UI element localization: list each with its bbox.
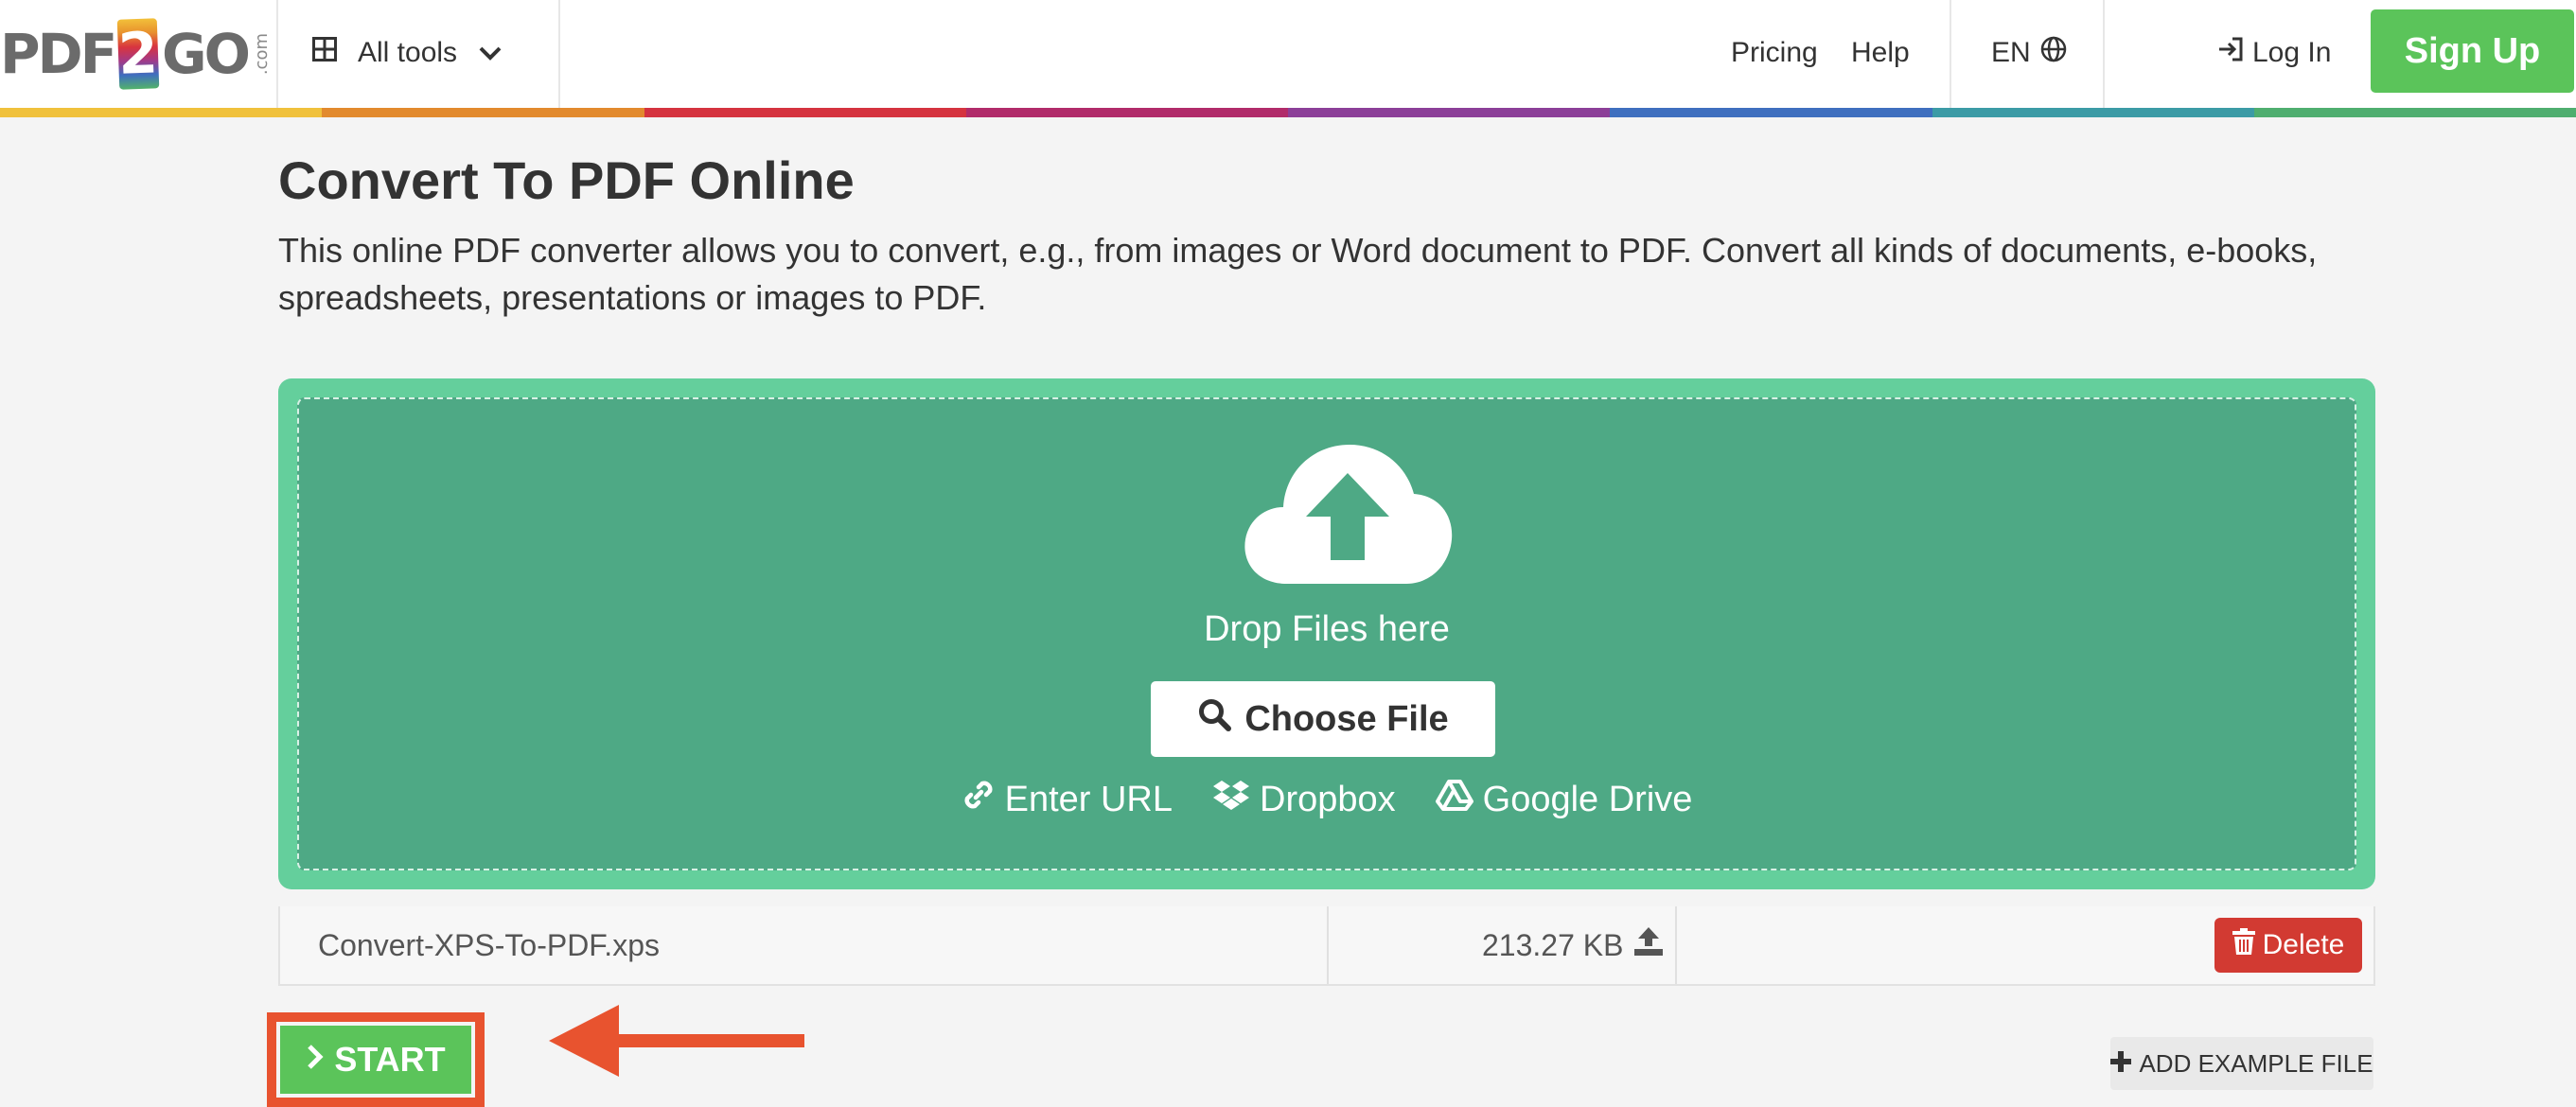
start-label: START bbox=[334, 1040, 446, 1079]
grid-icon bbox=[312, 37, 337, 69]
page-description: This online PDF converter allows you to … bbox=[278, 231, 2318, 317]
page-title: Convert To PDF Online bbox=[278, 150, 855, 210]
pdf2go-logo[interactable]: PDF 2 GO .com bbox=[0, 13, 272, 95]
delete-file-button[interactable]: Delete bbox=[2214, 918, 2362, 973]
logo-two-badge: 2 bbox=[117, 18, 160, 90]
enter-url-label: Enter URL bbox=[1004, 779, 1173, 819]
rainbow-segment bbox=[1288, 108, 1611, 117]
search-icon bbox=[1197, 697, 1232, 741]
plus-icon bbox=[2110, 1049, 2132, 1079]
add-example-label: ADD EXAMPLE FILE bbox=[2139, 1048, 2373, 1078]
login-label: Log In bbox=[2252, 37, 2332, 68]
dropzone-inner[interactable]: Drop Files here Choose File Enter URL Dr… bbox=[297, 397, 2356, 870]
file-size-cell: 213.27 KB bbox=[1482, 906, 1665, 984]
logo-com-text: .com bbox=[251, 32, 272, 76]
header-divider bbox=[558, 0, 560, 108]
all-tools-label: All tools bbox=[358, 37, 458, 68]
signup-button[interactable]: Sign Up bbox=[2371, 9, 2574, 93]
logo-pdf-text: PDF bbox=[0, 22, 117, 86]
choose-file-label: Choose File bbox=[1244, 698, 1449, 739]
upload-dropzone[interactable]: Drop Files here Choose File Enter URL Dr… bbox=[278, 378, 2375, 889]
add-example-file-button[interactable]: ADD EXAMPLE FILE bbox=[2110, 1037, 2373, 1090]
cloud-upload-icon bbox=[1240, 437, 1456, 592]
google-drive-link[interactable]: Google Drive bbox=[1435, 778, 1693, 821]
upload-status-icon bbox=[1632, 925, 1665, 965]
enter-url-link[interactable]: Enter URL bbox=[962, 778, 1173, 821]
google-drive-icon bbox=[1435, 779, 1473, 820]
rainbow-segment bbox=[2253, 108, 2576, 117]
dropbox-icon bbox=[1212, 779, 1250, 820]
rainbow-segment bbox=[1610, 108, 1932, 117]
drop-files-text: Drop Files here bbox=[1204, 609, 1450, 649]
trash-icon bbox=[2232, 928, 2255, 962]
all-tools-dropdown[interactable]: All tools bbox=[312, 28, 503, 78]
login-link[interactable]: Log In bbox=[2216, 28, 2331, 78]
upload-sources: Enter URL Dropbox Google Drive bbox=[299, 778, 2355, 821]
nav-pricing-link[interactable]: Pricing bbox=[1731, 28, 1818, 78]
file-row: Convert-XPS-To-PDF.xps 213.27 KB Delete bbox=[278, 906, 2375, 986]
nav-help-link[interactable]: Help bbox=[1851, 28, 1910, 78]
chevron-down-icon bbox=[478, 37, 503, 69]
header-divider bbox=[276, 0, 278, 108]
start-button[interactable]: START bbox=[280, 1026, 471, 1094]
rainbow-strip bbox=[0, 108, 2576, 117]
file-row-divider bbox=[1327, 906, 1329, 984]
logo-go-text: GO bbox=[162, 22, 251, 86]
rainbow-segment bbox=[322, 108, 644, 117]
file-name: Convert-XPS-To-PDF.xps bbox=[318, 927, 660, 962]
choose-file-button[interactable]: Choose File bbox=[1151, 681, 1495, 757]
dropbox-link[interactable]: Dropbox bbox=[1212, 778, 1396, 821]
header-divider bbox=[2103, 0, 2105, 108]
dropbox-label: Dropbox bbox=[1260, 779, 1396, 819]
rainbow-segment bbox=[1932, 108, 2254, 117]
link-icon bbox=[962, 778, 996, 821]
header-divider bbox=[1950, 0, 1951, 108]
annotation-arrow bbox=[549, 1003, 806, 1082]
delete-label: Delete bbox=[2262, 929, 2345, 960]
globe-icon bbox=[2040, 36, 2067, 70]
top-bar: PDF 2 GO .com All tools Pricing Help EN … bbox=[0, 0, 2576, 108]
rainbow-segment bbox=[0, 108, 323, 117]
sign-in-icon bbox=[2216, 36, 2245, 70]
file-size: 213.27 KB bbox=[1482, 927, 1624, 962]
google-drive-label: Google Drive bbox=[1482, 779, 1693, 819]
language-label: EN bbox=[1991, 37, 2031, 68]
file-row-divider bbox=[1675, 906, 1677, 984]
rainbow-segment bbox=[965, 108, 1288, 117]
chevron-right-icon bbox=[306, 1040, 325, 1080]
language-selector[interactable]: EN bbox=[1991, 28, 2067, 78]
rainbow-segment bbox=[644, 108, 966, 117]
